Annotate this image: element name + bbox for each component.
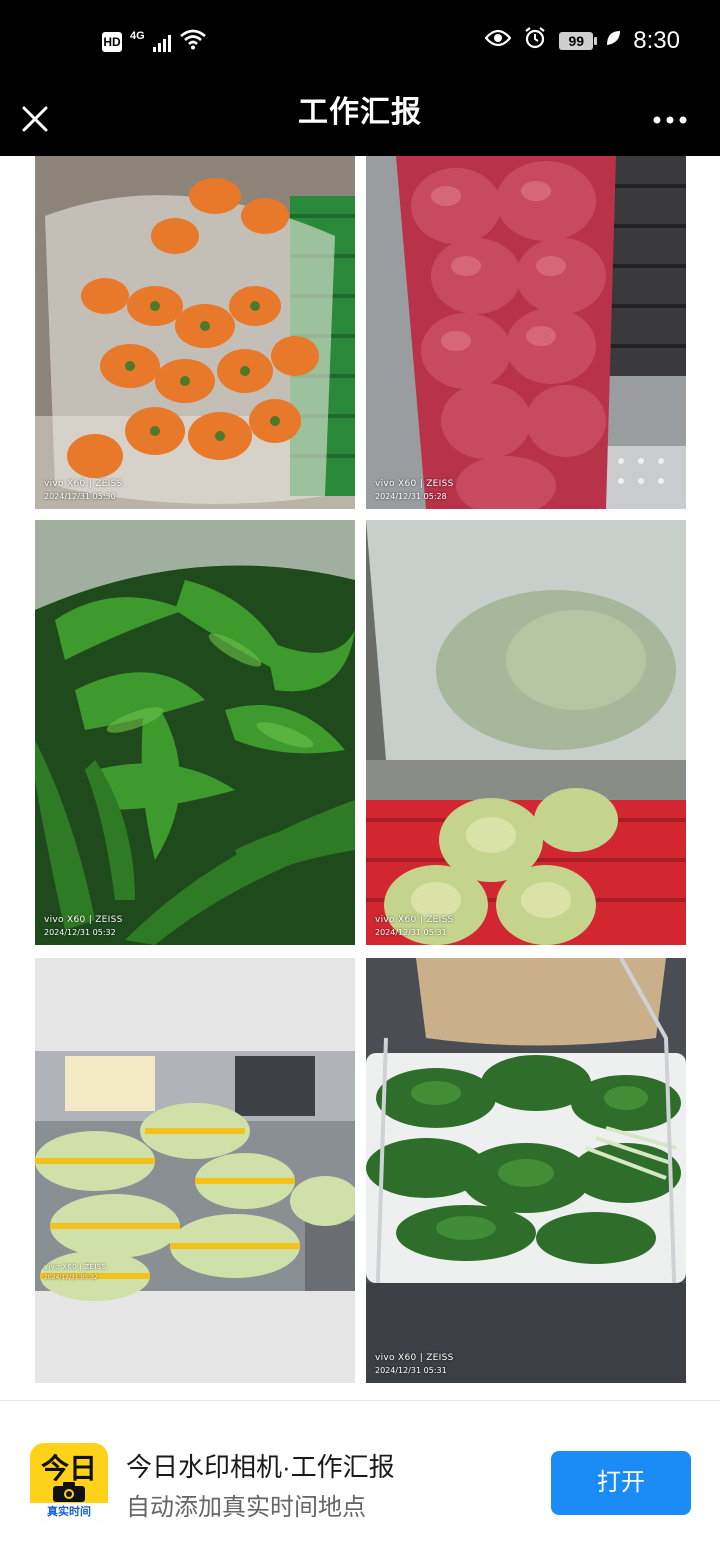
watermark-timestamp: 2024/12/31 05:32 bbox=[44, 1274, 98, 1281]
watermark-brand: vivo X60 | ZEISS bbox=[375, 915, 454, 925]
network-type: 4G bbox=[130, 29, 145, 42]
app-promo-banner: 今日 真实时间 今日水印相机·工作汇报 自动添加真实时间地点 打开 bbox=[0, 1400, 720, 1561]
green-peppers-image bbox=[35, 520, 355, 945]
watermark-brand: vivo X60 | ZEISS bbox=[44, 479, 123, 489]
alarm-icon bbox=[523, 26, 547, 55]
red-onions-image bbox=[366, 156, 686, 509]
battery-indicator: 99 bbox=[559, 31, 598, 50]
leaf-icon bbox=[605, 29, 621, 52]
watermark-brand: vivo X60 | ZEISS bbox=[375, 479, 454, 489]
watermark-timestamp: 2024/12/31 05:31 bbox=[375, 928, 447, 937]
app-icon[interactable]: 今日 真实时间 bbox=[30, 1443, 108, 1521]
status-right: 99 8:30 bbox=[484, 26, 680, 55]
wifi-icon bbox=[179, 28, 207, 55]
photo-cabbage[interactable]: vivo X60 | ZEISS 2024/12/31 05:31 bbox=[366, 520, 686, 945]
watermark-timestamp: 2024/12/31 05:32 bbox=[44, 928, 116, 937]
photo-bok-choy[interactable]: vivo X60 | ZEISS 2024/12/31 05:31 bbox=[366, 958, 686, 1383]
watermark-timestamp: 2024/12/31 05:31 bbox=[375, 1366, 447, 1375]
page-title: 工作汇报 bbox=[298, 96, 422, 129]
hd-badge: HD bbox=[102, 31, 122, 52]
napa-cabbage-image bbox=[35, 958, 355, 1383]
cabbage-image bbox=[366, 520, 686, 945]
watermark-timestamp: 2024/12/31 05:28 bbox=[375, 492, 447, 501]
app-subtitle: 自动添加真实时间地点 bbox=[126, 1494, 366, 1521]
photo-grid: vivo X60 | ZEISS 2024/12/31 05:30 vivo X… bbox=[0, 156, 720, 1396]
watermark-timestamp: 2024/12/31 05:30 bbox=[44, 492, 116, 501]
watermark-brand: vivo X60 | ZEISS bbox=[44, 1263, 107, 1271]
open-button[interactable]: 打开 bbox=[551, 1451, 691, 1515]
eye-icon bbox=[484, 29, 512, 52]
signal-icon bbox=[152, 32, 171, 52]
photo-napa-cabbage[interactable]: vivo X60 | ZEISS 2024/12/31 05:32 bbox=[35, 958, 355, 1383]
title-bar: 工作汇报 bbox=[0, 84, 720, 156]
bok-choy-image bbox=[366, 958, 686, 1383]
more-icon bbox=[653, 116, 687, 124]
camera-icon bbox=[53, 1482, 85, 1502]
photo-green-peppers[interactable]: vivo X60 | ZEISS 2024/12/31 05:32 bbox=[35, 520, 355, 945]
photo-red-onions[interactable]: vivo X60 | ZEISS 2024/12/31 05:28 bbox=[366, 156, 686, 509]
carrots-image bbox=[35, 156, 355, 509]
status-bar: HD 4G 99 8:30 bbox=[0, 0, 720, 84]
photo-carrots[interactable]: vivo X60 | ZEISS 2024/12/31 05:30 bbox=[35, 156, 355, 509]
watermark-brand: vivo X60 | ZEISS bbox=[44, 915, 123, 925]
app-icon-caption: 真实时间 bbox=[30, 1503, 108, 1521]
clock: 8:30 bbox=[633, 26, 680, 54]
status-left: HD 4G bbox=[102, 28, 207, 55]
app-name: 今日水印相机·工作汇报 bbox=[126, 1452, 395, 1482]
watermark-brand: vivo X60 | ZEISS bbox=[375, 1353, 454, 1363]
more-button[interactable] bbox=[650, 98, 690, 142]
